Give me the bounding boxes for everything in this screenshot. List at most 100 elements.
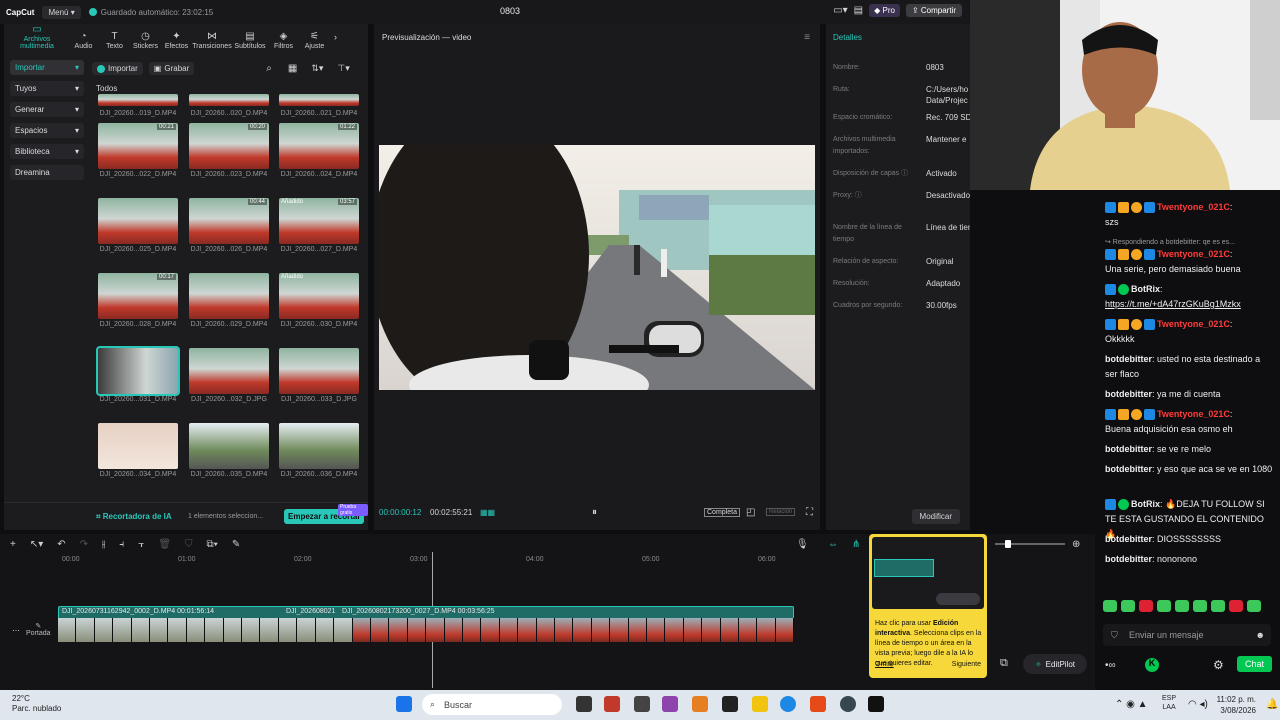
media-thumbnail[interactable] (189, 94, 269, 106)
media-thumbnail[interactable] (98, 423, 178, 469)
magnet-icon[interactable]: ⋔ (852, 539, 860, 550)
terminal-icon[interactable] (722, 696, 738, 712)
pause-icon[interactable]: ⏸ (592, 507, 597, 518)
sidebar-item-library[interactable]: Biblioteca ▾ (10, 144, 84, 159)
chat-username[interactable]: botdebitter (1105, 354, 1152, 364)
media-thumbnail[interactable] (98, 94, 178, 106)
settings-icon[interactable]: ⚙ (1213, 658, 1224, 672)
emote-icon[interactable] (1175, 600, 1189, 612)
sidebar-item-generate[interactable]: Generar ▾ (10, 102, 84, 117)
select-tool-icon[interactable]: ↖▾ (30, 539, 43, 550)
split-right-icon[interactable]: ⫟ (138, 539, 144, 550)
emote-icon[interactable] (1121, 600, 1135, 612)
emote-icon[interactable] (1139, 600, 1153, 612)
modify-button[interactable]: Modificar (911, 509, 960, 524)
interactive-edit-icon[interactable]: ⧉ (1000, 657, 1008, 670)
edit-icon[interactable]: ✎ (232, 539, 240, 550)
media-thumbnail[interactable] (96, 346, 180, 396)
menu-button[interactable]: Menú ▾ (42, 5, 81, 19)
sidebar-item-import[interactable]: Importar ▾ (10, 60, 84, 75)
zoom-fit-icon[interactable]: ⊕ (1072, 539, 1080, 550)
media-thumbnail[interactable]: 00:20 (189, 123, 269, 169)
media-thumbnail[interactable] (279, 423, 359, 469)
video-frame[interactable] (379, 145, 815, 390)
tab-filters[interactable]: ◈ Filtros (268, 31, 299, 50)
delete-icon[interactable]: 🗑 (158, 539, 171, 550)
search-icon[interactable]: ⌕ (266, 63, 272, 74)
chat-send-button[interactable]: Chat (1236, 656, 1272, 672)
mirror-icon[interactable]: ⧉▾ (207, 539, 218, 550)
screenshot-icon[interactable]: ◰ (746, 507, 755, 518)
pro-button[interactable]: ◆ Pro (869, 4, 900, 17)
kick-icon[interactable]: K (1145, 658, 1159, 672)
layout-icon[interactable]: ▭▾ (833, 5, 847, 16)
chat-username[interactable]: BotRix (1131, 284, 1160, 294)
language-indicator[interactable]: ESP LAA (1162, 694, 1176, 712)
media-thumbnail[interactable]: 01:22 (279, 123, 359, 169)
cover-button[interactable]: ✎ Portada (26, 622, 51, 637)
copilot-icon[interactable] (692, 696, 708, 712)
media-thumbnail[interactable] (189, 273, 269, 319)
record-button[interactable]: ▣ Grabar (148, 62, 195, 75)
full-quality-button[interactable]: Completa (704, 508, 740, 517)
media-thumbnail[interactable] (279, 348, 359, 394)
redo-icon[interactable]: ↷ (80, 539, 88, 550)
chat-username[interactable]: BotRix (1131, 499, 1160, 509)
task-view-icon[interactable] (576, 696, 592, 712)
chat-username[interactable]: Twentyone_021C (1157, 202, 1230, 212)
skip-button[interactable]: Omitir (875, 661, 894, 668)
import-button[interactable]: Importar (92, 62, 143, 75)
folder-icon[interactable] (752, 696, 768, 712)
app-icon[interactable] (662, 696, 678, 712)
track-menu-icon[interactable]: ⋯ (12, 626, 20, 635)
tab-transitions[interactable]: ⋈ Transiciones (192, 31, 232, 50)
media-thumbnail[interactable]: 00:17 (98, 273, 178, 319)
mic-icon[interactable]: 🎙 (796, 539, 809, 550)
media-thumbnail[interactable] (279, 94, 359, 106)
split-icon[interactable]: ⫲ (102, 539, 105, 550)
sidebar-item-dreamina[interactable]: Dreamina (10, 165, 84, 180)
chat-username[interactable]: botdebitter (1105, 534, 1152, 544)
next-button[interactable]: Siguiente (952, 661, 981, 668)
media-thumbnail[interactable]: 00:44 (189, 198, 269, 244)
taskbar-search[interactable]: ⌕ Buscar (422, 694, 562, 715)
media-thumbnail[interactable]: 03:57 Añadido (279, 198, 359, 244)
zoom-handle[interactable] (1005, 540, 1011, 548)
clock[interactable]: 11:02 p. m. 3/08/2026 (1217, 694, 1256, 716)
ratio-button[interactable]: Relación (766, 508, 796, 516)
tab-stickers[interactable]: ◷ Stickers (130, 31, 161, 50)
fullscreen-icon[interactable]: ⛶ (806, 507, 813, 518)
chat-input[interactable]: ⛉ Enviar un mensaje ☻ (1103, 624, 1271, 646)
emote-icon[interactable] (1157, 600, 1171, 612)
shortcuts-icon[interactable]: ▤ (854, 5, 863, 16)
tab-effects[interactable]: ✦ Efectos (161, 31, 192, 50)
media-thumbnail[interactable] (189, 348, 269, 394)
chat-username[interactable]: Twentyone_021C (1157, 409, 1230, 419)
sidebar-item-spaces[interactable]: Espacios ▾ (10, 123, 84, 138)
waveform-icon[interactable]: ▦▦ (480, 508, 495, 517)
shield-icon[interactable]: ⛉ (185, 539, 193, 550)
tab-subtitles[interactable]: ▤ Subtítulos (232, 31, 268, 50)
preview-menu-icon[interactable]: ≡ (804, 32, 810, 43)
share-button[interactable]: ⇪ Compartir (905, 4, 962, 17)
chat-username[interactable]: botdebitter (1105, 444, 1152, 454)
chat-username[interactable]: Twentyone_021C (1157, 249, 1230, 259)
chat-username[interactable]: botdebitter (1105, 554, 1152, 564)
editpilot-button[interactable]: ✧ EditPilot (1023, 654, 1087, 674)
media-thumbnail[interactable]: Añadido (279, 273, 359, 319)
link-icon[interactable]: ⇔ (828, 539, 838, 550)
chat-username[interactable]: botdebitter (1105, 464, 1152, 474)
obs-icon[interactable] (840, 696, 856, 712)
tab-audio[interactable]: ◔ Audio (68, 31, 99, 50)
filter-icon[interactable]: ⊤▾ (337, 63, 349, 74)
tray-icons[interactable]: ⌃ ◉ ▲ (1115, 699, 1148, 710)
points-icon[interactable]: •∞ (1105, 660, 1116, 671)
grid-view-icon[interactable]: ▦ (288, 63, 297, 74)
tab-media[interactable]: ▭ Archivos multimedia (6, 24, 68, 50)
windows-start-icon[interactable] (396, 696, 412, 712)
add-icon[interactable]: + (10, 539, 16, 550)
edge-icon[interactable] (780, 696, 796, 712)
snip-icon[interactable] (634, 696, 650, 712)
brave-icon[interactable] (810, 696, 826, 712)
chevron-right-icon[interactable]: › (334, 32, 337, 42)
